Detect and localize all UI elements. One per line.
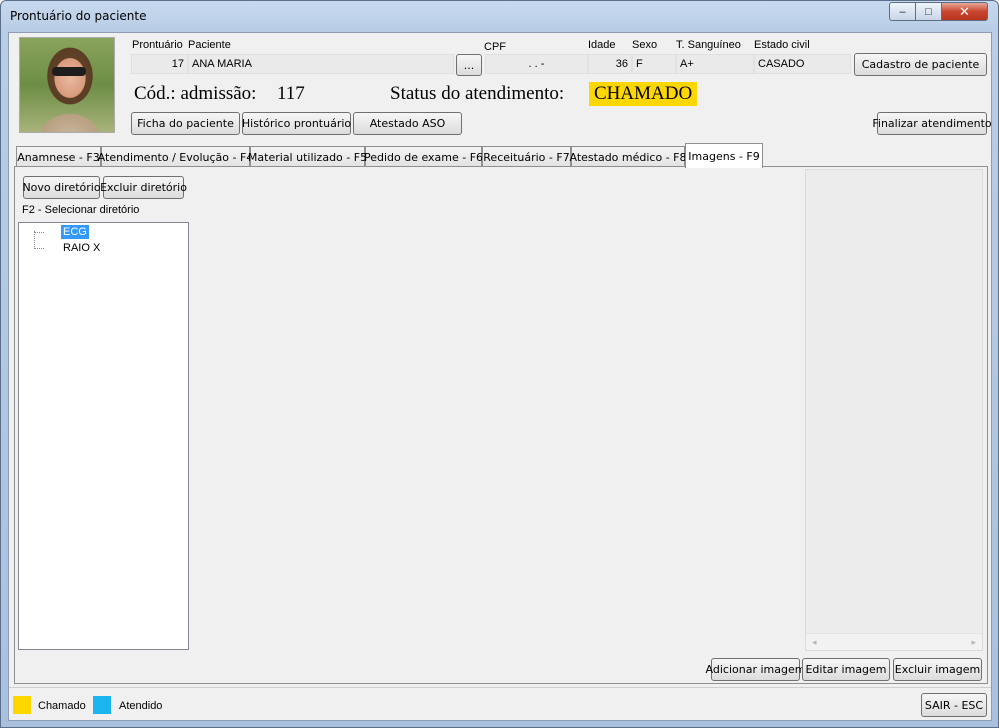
sair-button[interactable]: SAIR - ESC — [921, 693, 987, 717]
tree-connector — [34, 248, 44, 249]
window-title: Prontuário do paciente — [10, 9, 147, 23]
idade-field[interactable]: 36 — [588, 54, 632, 74]
image-thumbnail-area[interactable]: ◂ ▸ — [805, 169, 983, 651]
title-bar[interactable]: Prontuário do paciente – □ ✕ — [1, 1, 998, 31]
scroll-right-icon[interactable]: ▸ — [971, 637, 976, 648]
maximize-icon: □ — [925, 5, 932, 18]
excluir-diretorio-label: Excluir diretório — [100, 181, 187, 194]
adicionar-imagem-button[interactable]: Adicionar imagem — [706, 658, 805, 681]
paciente-field[interactable]: ANA MARIA — [188, 54, 454, 74]
excluir-diretorio-button[interactable]: Excluir diretório — [100, 176, 187, 199]
tab-atendimento-evolucao[interactable]: Atendimento / Evolução - F4 — [98, 146, 253, 167]
tree-item-raio-x[interactable]: RAIO X — [61, 241, 102, 255]
minimize-icon: – — [899, 5, 906, 18]
adicionar-imagem-label: Adicionar imagem — [705, 663, 806, 676]
tab-imagens[interactable]: Imagens - F9 — [685, 143, 763, 168]
tree-item-ecg[interactable]: ECG — [61, 225, 89, 239]
tree-connector — [34, 231, 35, 249]
tipo-sanguineo-label: T. Sanguíneo — [676, 39, 741, 51]
paciente-label: Paciente — [188, 39, 231, 51]
tab-atestado-medico-label: Atestado médico - F8 — [569, 150, 687, 164]
tab-atendimento-evolucao-label: Atendimento / Evolução - F4 — [97, 150, 254, 164]
estado-civil-field[interactable]: CASADO — [754, 54, 851, 74]
tab-pedido-exame-label: Pedido de exame - F6 — [363, 150, 484, 164]
legend-swatch-chamado — [13, 696, 31, 714]
select-directory-hint: F2 - Selecionar diretório — [22, 204, 140, 216]
excluir-imagem-button[interactable]: Excluir imagem — [893, 658, 982, 681]
atestado-aso-label: Atestado ASO — [369, 117, 446, 130]
historico-prontuario-label: Histórico prontuário — [241, 117, 352, 130]
imagens-panel: Novo diretório Excluir diretório F2 - Se… — [14, 166, 988, 684]
minimize-button[interactable]: – — [889, 2, 916, 21]
tab-material-utilizado-label: Material utilizado - F5 — [247, 150, 368, 164]
tipo-sanguineo-field[interactable]: A+ — [676, 54, 754, 74]
browse-label: ... — [463, 58, 475, 72]
cadastro-paciente-label: Cadastro de paciente — [861, 58, 980, 71]
status-label: Status do atendimento: — [390, 83, 565, 104]
tree-connector — [34, 232, 44, 233]
close-button[interactable]: ✕ — [941, 2, 988, 21]
admission-code-value: 117 — [277, 83, 305, 104]
tab-atestado-medico[interactable]: Atestado médico - F8 — [569, 146, 687, 167]
finalizar-atendimento-button[interactable]: Finalizar atendimento — [872, 112, 992, 135]
legend-label-chamado: Chamado — [38, 700, 86, 712]
atestado-aso-button[interactable]: Atestado ASO — [353, 112, 462, 135]
estado-civil-label: Estado civil — [754, 39, 810, 51]
tab-material-utilizado[interactable]: Material utilizado - F5 — [247, 146, 368, 167]
sexo-field[interactable]: F — [632, 54, 676, 74]
legend-swatch-atendido — [93, 696, 111, 714]
editar-imagem-label: Editar imagem — [805, 663, 887, 676]
maximize-button[interactable]: □ — [915, 2, 942, 21]
status-badge: CHAMADO — [589, 82, 698, 106]
sexo-label: Sexo — [632, 39, 658, 51]
tab-receituario-label: Receituário - F7 — [483, 150, 570, 164]
tab-receituario[interactable]: Receituário - F7 — [482, 146, 571, 167]
legend-divider — [9, 687, 991, 688]
tab-anamnese[interactable]: Anamnese - F3 — [16, 146, 101, 167]
historico-prontuario-button[interactable]: Histórico prontuário — [242, 112, 351, 135]
sunglasses-detail — [52, 67, 86, 76]
window-client-area: Prontuário Paciente CPF Idade Sexo T. Sa… — [8, 32, 992, 721]
prontuario-field[interactable]: 17 — [131, 54, 188, 74]
tab-imagens-label: Imagens - F9 — [688, 149, 760, 163]
scroll-left-icon[interactable]: ◂ — [812, 637, 817, 648]
admission-code-label: Cód.: admissão: — [134, 83, 257, 104]
cpf-label: CPF — [484, 41, 506, 53]
editar-imagem-button[interactable]: Editar imagem — [802, 658, 890, 681]
close-icon: ✕ — [959, 3, 970, 19]
sair-label: SAIR - ESC — [924, 698, 984, 712]
cpf-field[interactable]: . . - — [485, 54, 588, 74]
finalizar-atendimento-label: Finalizar atendimento — [872, 117, 992, 130]
tab-anamnese-label: Anamnese - F3 — [17, 150, 100, 164]
legend-label-atendido: Atendido — [119, 700, 163, 712]
patient-photo — [19, 37, 115, 133]
ficha-paciente-label: Ficha do paciente — [137, 117, 234, 130]
tab-strip: Anamnese - F3 Atendimento / Evolução - F… — [14, 143, 988, 168]
main-window: Prontuário do paciente – □ ✕ Prontuário … — [0, 0, 999, 728]
cadastro-paciente-button[interactable]: Cadastro de paciente — [854, 53, 987, 76]
novo-diretorio-button[interactable]: Novo diretório — [22, 176, 101, 199]
ficha-paciente-button[interactable]: Ficha do paciente — [131, 112, 240, 135]
horizontal-scrollbar[interactable]: ◂ ▸ — [806, 633, 982, 650]
tab-pedido-exame[interactable]: Pedido de exame - F6 — [363, 146, 484, 167]
excluir-imagem-label: Excluir imagem — [894, 663, 981, 676]
idade-label: Idade — [588, 39, 616, 51]
directory-tree[interactable]: ECG RAIO X — [18, 222, 189, 650]
browse-patient-button[interactable]: ... — [456, 54, 482, 76]
novo-diretorio-label: Novo diretório — [22, 181, 101, 194]
prontuario-label: Prontuário — [132, 39, 183, 51]
